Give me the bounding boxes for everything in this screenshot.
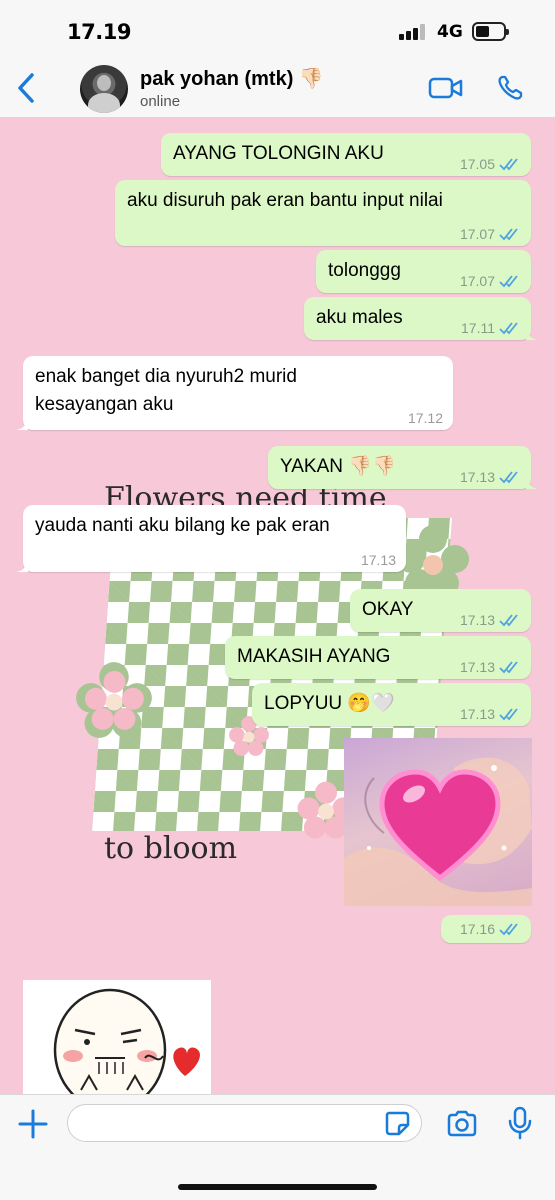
message-text: enak banget dia nyuruh2 murid kesayangan… [35,366,297,415]
chat-area[interactable]: Flowers need time to bloom AYANG TOLONGI… [0,118,555,1094]
message-text: MAKASIH AYANG [237,646,391,667]
contact-avatar[interactable] [80,65,128,113]
image-message-heart-in-hands[interactable] [344,738,532,906]
message-text: AYANG TOLONGIN AKU [173,143,384,164]
message-bubble-outgoing[interactable]: YAKAN 👎🏻👎🏻 17.13 [268,446,538,489]
bubble-tail [16,418,28,430]
message-text: aku disuruh pak eran bantu input nilai [127,190,443,211]
sticker-icon[interactable] [384,1110,410,1136]
message-time: 17.07 [459,273,495,289]
message-input-bar [0,1094,555,1200]
phone-call-icon[interactable] [496,74,524,102]
message-bubble-outgoing[interactable]: aku males 17.11 [304,297,538,340]
sticker-message-blushing-face[interactable] [23,980,211,1094]
message-text: yauda nanti aku bilang ke pak eran [35,515,330,536]
message-time: 17.11 [461,320,495,336]
message-time: 17.13 [459,659,495,675]
message-time: 17.07 [459,226,495,242]
message-bubble-outgoing[interactable]: MAKASIH AYANG 17.13 [225,636,531,679]
message-bubble-outgoing[interactable]: tolonggg 17.07 [316,250,531,293]
bubble-tail [526,477,538,489]
contact-status: online [140,93,181,110]
contact-name[interactable]: pak yohan (mtk) 👎🏻 [140,66,324,91]
read-ticks-icon [499,228,518,241]
microphone-icon[interactable] [507,1106,533,1140]
message-time: 17.13 [459,706,495,722]
status-time: 17.19 [67,20,131,44]
message-bubble-outgoing[interactable]: AYANG TOLONGIN AKU 17.05 [161,133,531,176]
message-bubble-outgoing[interactable]: OKAY 17.13 [350,589,531,632]
plus-icon[interactable] [16,1107,50,1141]
message-text: aku males [316,307,403,328]
wallpaper-subtitle: to bloom [104,831,238,866]
message-bubble-outgoing[interactable]: LOPYUU 🤭🤍 17.13 [252,683,531,726]
message-time: 17.13 [459,469,495,485]
heart-in-hands-icon [344,757,532,906]
message-time: 17.13 [360,552,396,568]
message-bubble-incoming[interactable]: enak banget dia nyuruh2 murid kesayangan… [16,356,453,430]
read-ticks-icon [499,158,518,171]
back-chevron-icon[interactable] [14,70,40,106]
home-indicator [178,1184,377,1190]
message-text: OKAY [362,599,414,620]
status-bar: 17.19 4G [0,0,555,60]
network-label: 4G [437,22,463,42]
message-text: LOPYUU 🤭🤍 [264,693,395,714]
message-time: 17.12 [407,410,443,426]
message-text: YAKAN 👎🏻👎🏻 [280,456,396,477]
read-ticks-icon [499,322,518,335]
video-call-icon[interactable] [428,76,464,100]
message-text: tolonggg [328,260,401,281]
read-ticks-icon [499,275,518,288]
message-time: 17.05 [459,156,495,172]
camera-icon[interactable] [446,1109,478,1137]
bubble-tail [16,560,28,572]
image-message-time-bubble: 17.16 [441,915,531,943]
flower-icon [397,525,469,597]
battery-icon [472,22,509,41]
message-input[interactable] [67,1104,422,1142]
message-bubble-outgoing[interactable]: aku disuruh pak eran bantu input nilai 1… [115,180,531,246]
blushing-face-sticker-icon [53,988,200,1094]
chat-header: pak yohan (mtk) 👎🏻 online [0,60,555,118]
bubble-tail [526,328,538,340]
message-bubble-incoming[interactable]: yauda nanti aku bilang ke pak eran 17.13 [16,505,406,572]
message-time: 17.13 [459,612,495,628]
read-ticks-icon [499,471,518,484]
flower-icon [76,662,152,738]
read-ticks-icon [499,708,518,721]
read-ticks-icon [499,614,518,627]
read-ticks-icon [499,661,518,674]
read-ticks-icon [499,923,518,936]
message-time: 17.16 [459,921,495,937]
signal-icon [399,24,427,40]
